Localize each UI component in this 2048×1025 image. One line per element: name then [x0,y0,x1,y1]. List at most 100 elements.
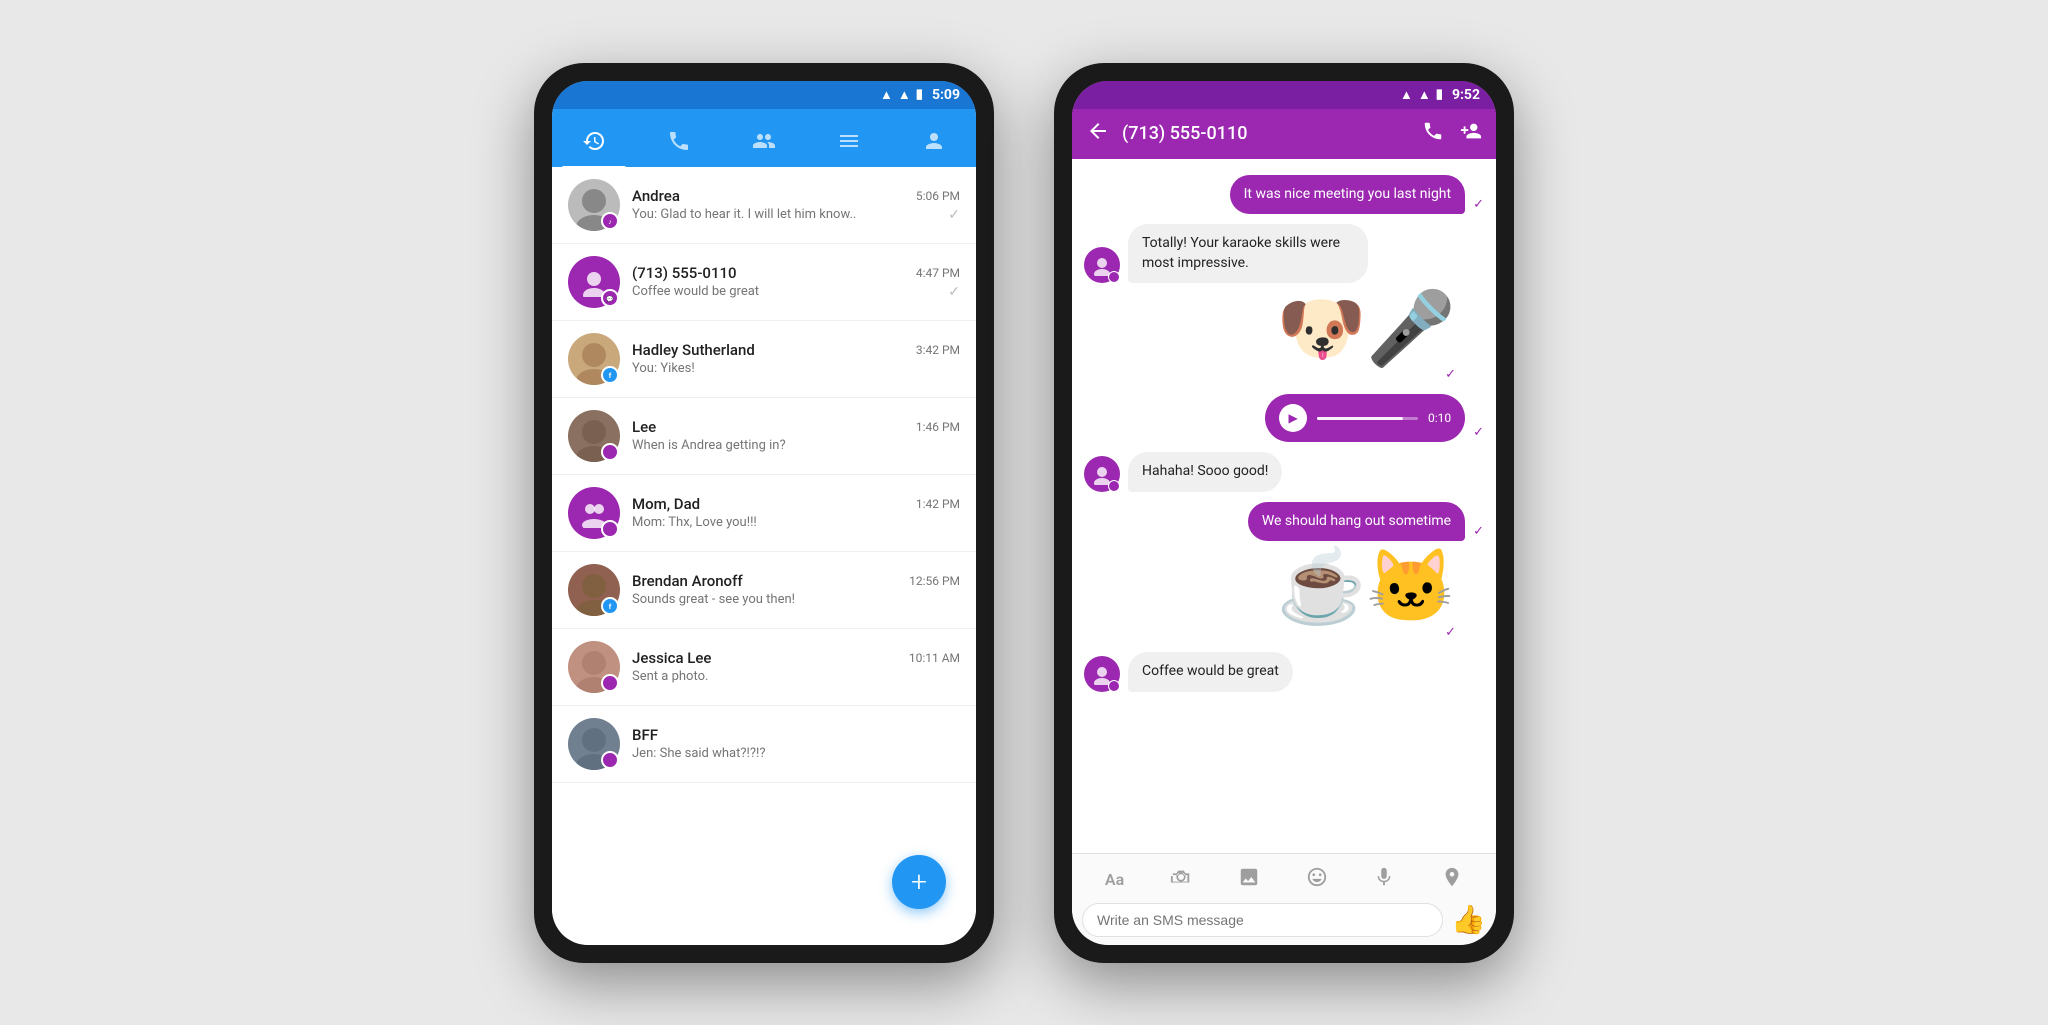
contact-preview-andrea: You: Glad to hear it. I will let him kno… [632,207,944,222]
contact-info-andrea: Andrea 5:06 PM You: Glad to hear it. I w… [632,187,960,223]
check-sticker2: ✓ [1445,625,1456,640]
avatar-andrea-wrap: ♪ [568,179,620,231]
msg-text-4: We should hang out sometime [1262,513,1451,529]
msg-avatar-badge-2 [1108,271,1120,283]
contact-time-andrea: 5:06 PM [916,189,960,203]
contact-preview-momdad: Mom: Thx, Love you!!! [632,515,960,530]
sticker-row-1: 🐶🎤 ✓ [1084,293,1484,384]
time-display-2: 9:52 [1452,87,1480,103]
message-input[interactable] [1082,903,1443,937]
wifi-icon: ▲ [880,87,893,103]
contact-name-hadley: Hadley Sutherland [632,341,755,359]
badge-andrea: ♪ [601,212,619,230]
input-icons-row: Aa [1082,862,1486,897]
bubble-5: Coffee would be great [1128,652,1293,692]
phone-1: ▲ ▲ ▮ 5:09 [534,63,994,963]
signal-icon: ▲ [898,87,911,103]
contact-preview-brendan: Sounds great - see you then! [632,592,960,607]
nav-profile[interactable] [902,121,966,167]
contact-info-bff: BFF Jen: She said what?!?!? [632,726,960,761]
bubble-3: Hahaha! Sooo good! [1128,452,1282,492]
badge-bff [601,751,619,769]
aa-button[interactable]: Aa [1101,866,1128,893]
msg-text-3: Hahaha! Sooo good! [1142,463,1268,479]
contact-andrea[interactable]: ♪ Andrea 5:06 PM You: Glad to hear it. I… [552,167,976,244]
fab-new-message[interactable]: + [892,855,946,909]
contact-time-lee: 1:46 PM [916,420,960,434]
contact-name-jessica: Jessica Lee [632,649,711,667]
avatar-brendan-wrap: f [568,564,620,616]
contact-name-andrea: Andrea [632,187,680,205]
contact-preview-jessica: Sent a photo. [632,669,960,684]
contact-713[interactable]: 💬 (713) 555-0110 4:47 PM Coffee would be… [552,244,976,321]
sticker-coffee: ☕🐱 [1277,551,1456,623]
contact-momdad[interactable]: Mom, Dad 1:42 PM Mom: Thx, Love you!!! [552,475,976,552]
wifi-icon-2: ▲ [1400,87,1413,103]
msg-text-5: Coffee would be great [1142,663,1279,679]
status-bar-1: ▲ ▲ ▮ 5:09 [552,81,976,109]
thumbs-up-button[interactable]: 👍 [1451,903,1486,936]
status-bar-2: ▲ ▲ ▮ 9:52 [1072,81,1496,109]
contact-time-brendan: 12:56 PM [909,574,960,588]
voice-bubble[interactable]: ▶ 0:10 [1265,394,1465,442]
emoji-button[interactable] [1302,862,1332,897]
mic-button[interactable] [1369,862,1399,897]
msg-avatar-5 [1084,656,1120,692]
contact-hadley[interactable]: f Hadley Sutherland 3:42 PM You: Yikes! [552,321,976,398]
badge-momdad [601,520,619,538]
voice-progress-bar [1317,417,1418,420]
msg-avatar-badge-3 [1108,480,1120,492]
app2-header: ▲ ▲ ▮ 9:52 (713) 555-0110 [1072,81,1496,159]
contact-info-hadley: Hadley Sutherland 3:42 PM You: Yikes! [632,341,960,376]
contact-time-hadley: 3:42 PM [916,343,960,357]
msg-row-2: Totally! Your karaoke skills were most i… [1084,224,1484,283]
nav-calls[interactable] [647,121,711,167]
bubble-4: We should hang out sometime [1248,502,1465,542]
voice-progress-fill [1317,417,1403,420]
input-bar: Aa 👍 [1072,853,1496,945]
check-1: ✓ [1473,197,1484,212]
msg-row-4: We should hang out sometime ✓ [1084,502,1484,542]
msg-row-voice: ▶ 0:10 ✓ [1084,394,1484,442]
contact-time-jessica: 10:11 AM [909,651,960,665]
nav-contacts[interactable] [732,121,796,167]
app1-nav [552,109,976,167]
svg-text:♪: ♪ [608,218,612,226]
msg-row-1: It was nice meeting you last night ✓ [1084,175,1484,215]
contact-info-jessica: Jessica Lee 10:11 AM Sent a photo. [632,649,960,684]
contact-brendan[interactable]: f Brendan Aronoff 12:56 PM Sounds great … [552,552,976,629]
avatar-lee-wrap [568,410,620,462]
avatar-hadley-wrap: f [568,333,620,385]
badge-hadley: f [601,366,619,384]
camera-button[interactable] [1166,862,1196,897]
back-button[interactable] [1086,119,1110,149]
badge-brendan: f [601,597,619,615]
battery-icon: ▮ [916,87,923,102]
phone-2: ▲ ▲ ▮ 9:52 (713) 555-0110 [1054,63,1514,963]
contact-bff[interactable]: BFF Jen: She said what?!?!? [552,706,976,783]
toolbar-actions [1422,120,1482,147]
contact-info-brendan: Brendan Aronoff 12:56 PM Sounds great - … [632,572,960,607]
check-sticker1: ✓ [1445,367,1456,382]
msg-row-3: Hahaha! Sooo good! [1084,452,1484,492]
nav-menu[interactable] [817,121,881,167]
location-button[interactable] [1437,862,1467,897]
add-contact-icon[interactable] [1460,120,1482,147]
contact-lee[interactable]: Lee 1:46 PM When is Andrea getting in? [552,398,976,475]
contact-jessica[interactable]: Jessica Lee 10:11 AM Sent a photo. [552,629,976,706]
fab-plus-icon: + [911,865,927,898]
chat-toolbar: (713) 555-0110 [1072,109,1496,159]
check-andrea: ✓ [948,207,960,223]
check-4: ✓ [1473,524,1484,539]
image-button[interactable] [1234,862,1264,897]
nav-history[interactable] [562,121,626,167]
contact-name-brendan: Brendan Aronoff [632,572,743,590]
badge-lee [601,443,619,461]
badge-713: 💬 [601,289,619,307]
check-713: ✓ [948,284,960,300]
contact-name-lee: Lee [632,418,656,436]
check-voice: ✓ [1473,425,1484,440]
play-button[interactable]: ▶ [1279,404,1307,432]
contact-time-713: 4:47 PM [916,266,960,280]
call-icon[interactable] [1422,120,1444,147]
